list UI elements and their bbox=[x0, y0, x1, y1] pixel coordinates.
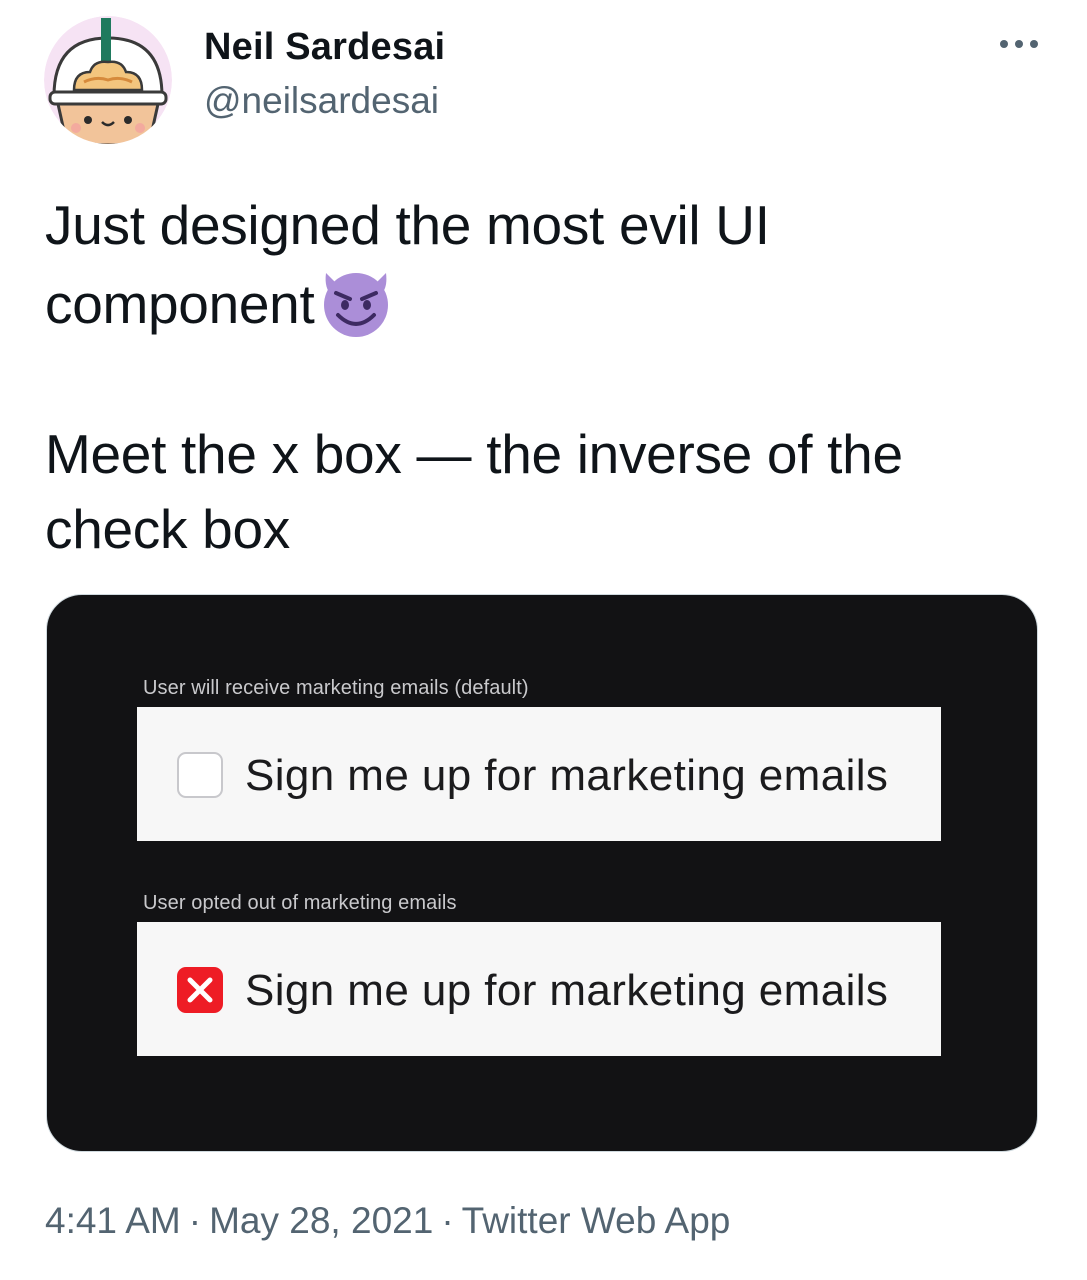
tweet-media-image[interactable]: User will receive marketing emails (defa… bbox=[46, 594, 1038, 1152]
more-options-icon[interactable] bbox=[994, 32, 1044, 56]
option-label: Sign me up for marketing emails bbox=[245, 966, 889, 1015]
tweet-date[interactable]: May 28, 2021 bbox=[209, 1200, 433, 1241]
option-caption-default: User will receive marketing emails (defa… bbox=[143, 677, 529, 699]
option-caption-opted-out: User opted out of marketing emails bbox=[143, 892, 457, 914]
option-panel-x-marked: Sign me up for marketing emails bbox=[137, 922, 941, 1056]
tweet-source[interactable]: Twitter Web App bbox=[462, 1200, 731, 1241]
smiling-devil-emoji-icon bbox=[318, 263, 394, 339]
author-handle[interactable]: @neilsardesai bbox=[204, 80, 439, 122]
option-panel-unchecked: Sign me up for marketing emails bbox=[137, 707, 941, 841]
frappuccino-cup-avatar-icon[interactable] bbox=[44, 16, 172, 144]
option-label: Sign me up for marketing emails bbox=[245, 751, 889, 800]
tweet-text-line-1: Just designed the most evil UI component bbox=[45, 188, 1045, 342]
tweet-text-line-2: Meet the x box — the inverse of the chec… bbox=[45, 423, 903, 560]
separator-dot: · bbox=[441, 1200, 454, 1241]
separator-dot: · bbox=[188, 1200, 202, 1241]
tweet-time[interactable]: 4:41 AM bbox=[45, 1200, 181, 1241]
tweet-metadata: 4:41 AM · May 28, 2021 · Twitter Web App bbox=[45, 1200, 730, 1242]
tweet-header: Neil Sardesai @neilsardesai bbox=[44, 14, 1044, 146]
tweet-text: Just designed the most evil UI component… bbox=[45, 188, 1045, 567]
tweet-text-line-1-content: Just designed the most evil UI component bbox=[45, 194, 770, 335]
author-display-name[interactable]: Neil Sardesai bbox=[204, 26, 445, 69]
x-box-icon bbox=[177, 967, 223, 1013]
empty-checkbox-icon bbox=[177, 752, 223, 798]
